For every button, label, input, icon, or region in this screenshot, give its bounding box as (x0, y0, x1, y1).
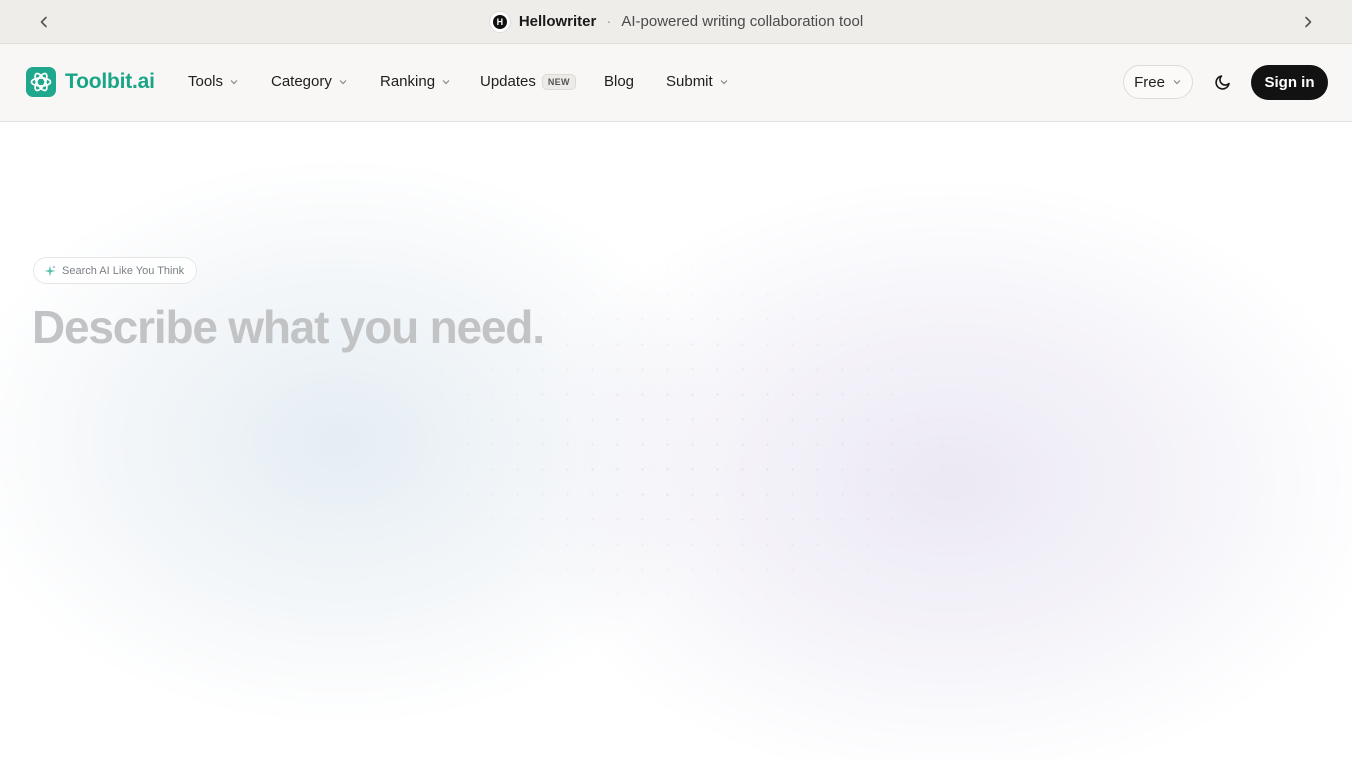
background-dot-grid (380, 232, 1020, 652)
nav-blog-label: Blog (604, 73, 635, 90)
nav-tools[interactable]: Tools (188, 73, 239, 90)
moon-icon (1215, 75, 1230, 90)
sign-in-label: Sign in (1264, 74, 1315, 91)
sparkle-icon (44, 265, 56, 276)
nav-submit-label: Submit (666, 73, 713, 90)
chevron-down-icon (1173, 80, 1181, 85)
top-navigation: Toolbit.ai Tools Category Ranking Update… (0, 44, 1352, 122)
nav-category-label: Category (271, 73, 332, 90)
theme-toggle-button[interactable] (1212, 71, 1234, 93)
nav-blog[interactable]: Blog (604, 73, 634, 90)
chevron-down-icon (720, 79, 728, 84)
chevron-left-icon (40, 16, 47, 28)
chevron-down-icon (230, 79, 238, 84)
brand-name: Toolbit.ai (65, 70, 155, 93)
nav-submit[interactable]: Submit (666, 73, 729, 90)
chevron-down-icon (442, 79, 450, 84)
search-ai-pill: Search AI Like You Think (33, 257, 198, 284)
hellowriter-logo-letter: H (492, 14, 507, 29)
announcement-description: AI-powered writing collaboration tool (621, 13, 864, 30)
atom-icon (30, 72, 52, 92)
nav-category[interactable]: Category (271, 73, 348, 90)
toolbit-logo-icon (26, 67, 56, 97)
announcement-link[interactable]: H Hellowriter · AI-powered writing colla… (488, 10, 864, 33)
hero-section: Search AI Like You Think Describe what y… (0, 122, 1352, 760)
nav-ranking-label: Ranking (380, 73, 436, 90)
chevron-down-icon (339, 79, 347, 84)
next-announcement-button[interactable] (1297, 11, 1319, 33)
nav-ranking[interactable]: Ranking (380, 73, 451, 90)
nav-tools-label: Tools (188, 73, 224, 90)
announcement-separator: · (606, 13, 612, 30)
nav-updates[interactable]: Updates NEW (480, 73, 576, 90)
sign-in-button[interactable]: Sign in (1251, 65, 1328, 100)
search-ai-pill-label: Search AI Like You Think (62, 264, 185, 277)
announcement-bar: H Hellowriter · AI-powered writing colla… (0, 0, 1352, 44)
new-badge: NEW (541, 73, 576, 90)
nav-updates-label: Updates (480, 73, 536, 90)
hero-headline: Describe what you need. (32, 301, 545, 353)
pricing-filter-label: Free (1134, 73, 1165, 91)
pricing-filter-dropdown[interactable]: Free (1123, 65, 1193, 99)
hellowriter-logo: H (488, 10, 511, 33)
previous-announcement-button[interactable] (33, 11, 55, 33)
chevron-right-icon (1305, 16, 1312, 28)
brand-home-link[interactable]: Toolbit.ai (26, 67, 155, 97)
announcement-title: Hellowriter (518, 13, 597, 30)
